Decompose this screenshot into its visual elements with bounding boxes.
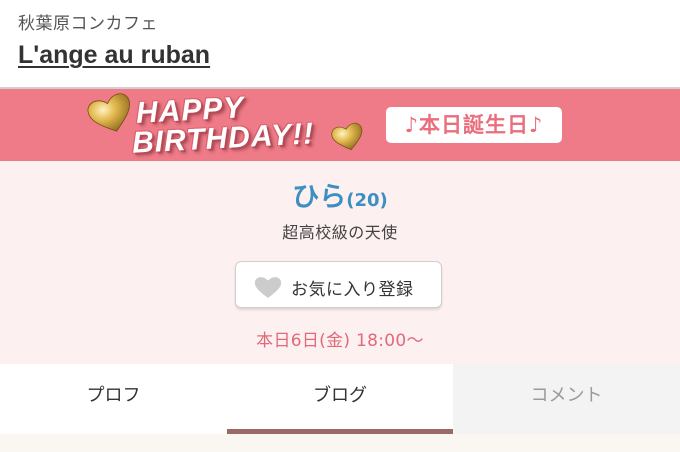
header: 秋葉原コンカフェ L'ange au ruban bbox=[0, 0, 680, 89]
cast-age: (20) bbox=[346, 190, 388, 211]
birthday-badge: ♪本日誕生日♪ bbox=[386, 107, 562, 143]
cast-name-line: ひら(20) bbox=[0, 175, 680, 214]
shop-name-link[interactable]: L'ange au ruban bbox=[18, 41, 210, 70]
content-area bbox=[0, 434, 680, 452]
schedule-text: 本日6日(金) 18:00〜 bbox=[256, 331, 424, 351]
tab-profile[interactable]: プロフ bbox=[0, 364, 227, 434]
tab-blog-label: ブログ bbox=[313, 385, 367, 406]
heart-icon bbox=[254, 277, 282, 298]
add-favorite-label: お気に入り登録 bbox=[291, 280, 414, 300]
cast-title: 超高校級の天使 bbox=[282, 223, 398, 242]
profile-section: ひら(20) 超高校級の天使 お気に入り登録 本日6日(金) 18:00〜 bbox=[0, 161, 680, 364]
happy-birthday-logo: HAPPY BIRTHDAY!! bbox=[131, 91, 342, 160]
cast-name: ひら bbox=[292, 182, 347, 213]
tab-comment[interactable]: コメント bbox=[453, 364, 680, 434]
tab-blog[interactable]: ブログ bbox=[227, 364, 453, 434]
gold-heart-icon bbox=[87, 93, 131, 132]
gold-heart-icon bbox=[331, 122, 363, 151]
birthday-banner: HAPPY BIRTHDAY!! ♪本日誕生日♪ bbox=[0, 89, 680, 161]
tab-bar: プロフ ブログ コメント bbox=[0, 364, 680, 434]
add-favorite-button[interactable]: お気に入り登録 bbox=[235, 261, 442, 308]
category-label: 秋葉原コンカフェ bbox=[18, 14, 158, 34]
